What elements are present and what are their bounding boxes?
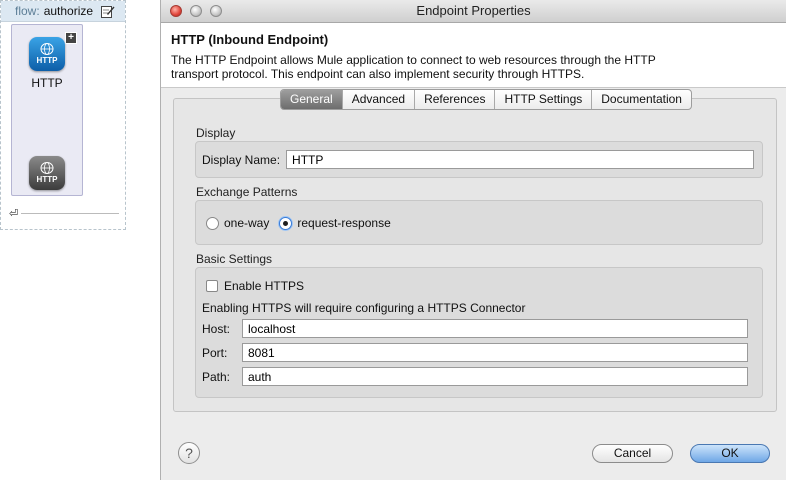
tab-advanced[interactable]: Advanced (343, 90, 416, 109)
basic-settings-section-label: Basic Settings (196, 252, 273, 266)
display-name-row: Display Name: (202, 150, 755, 169)
tab-http-settings[interactable]: HTTP Settings (495, 90, 593, 109)
flow-name: authorize (43, 4, 94, 18)
https-note: Enabling HTTPS will require configuring … (202, 301, 525, 315)
window-titlebar[interactable]: Endpoint Properties (161, 0, 786, 23)
description-text: The HTTP Endpoint allows Mule applicatio… (171, 53, 656, 81)
tab-documentation[interactable]: Documentation (592, 90, 691, 109)
one-way-radio[interactable] (206, 216, 219, 230)
http-response-icon-text: HTTP (36, 175, 58, 184)
http-response-icon[interactable]: HTTP (29, 156, 65, 190)
help-button[interactable]: ? (178, 442, 200, 464)
zoom-window-button[interactable] (210, 5, 222, 17)
description-title: HTTP (Inbound Endpoint) (171, 32, 329, 47)
http-inbound-icon-text: HTTP (36, 56, 58, 65)
ok-button[interactable]: OK (690, 444, 770, 463)
port-input[interactable] (242, 343, 748, 362)
flow-canvas: flow: authorize + HTTP HTTP HTTP ⏎ (0, 0, 126, 230)
flow-header[interactable]: flow: authorize (1, 1, 125, 22)
cancel-button[interactable]: Cancel (592, 444, 673, 463)
display-name-label: Display Name: (202, 152, 281, 167)
host-row: Host: (202, 319, 748, 338)
tab-general[interactable]: General (281, 90, 343, 109)
flow-prefix: flow: (15, 4, 40, 18)
endpoint-properties-dialog: Endpoint Properties HTTP (Inbound Endpoi… (160, 0, 786, 480)
tab-references[interactable]: References (415, 90, 496, 109)
port-label: Port: (202, 345, 228, 360)
edit-icon[interactable] (101, 5, 115, 18)
globe-icon (40, 43, 54, 55)
display-name-input[interactable] (286, 150, 755, 169)
port-row: Port: (202, 343, 748, 362)
properties-panel: General Advanced References HTTP Setting… (173, 89, 777, 412)
path-input[interactable] (242, 367, 748, 386)
enable-https-label[interactable]: Enable HTTPS (224, 279, 304, 293)
window-title: Endpoint Properties (416, 3, 531, 18)
tab-bar: General Advanced References HTTP Setting… (280, 89, 692, 110)
host-label: Host: (202, 321, 231, 336)
http-endpoint-label: HTTP (31, 76, 63, 90)
exchange-section-label: Exchange Patterns (196, 185, 298, 199)
exchange-options: one-way request-response (206, 216, 391, 230)
enable-https-checkbox[interactable] (206, 280, 218, 292)
globe-icon (40, 162, 54, 174)
https-note-text: Enabling HTTPS will require configuring … (202, 301, 526, 315)
one-way-label[interactable]: one-way (224, 216, 269, 230)
http-inbound-icon[interactable]: HTTP (29, 37, 65, 71)
path-row: Path: (202, 367, 748, 386)
request-response-label[interactable]: request-response (297, 216, 390, 230)
enable-https-row: Enable HTTPS (206, 279, 304, 293)
request-response-radio[interactable] (279, 216, 293, 230)
host-input[interactable] (242, 319, 748, 338)
display-section-label: Display (196, 126, 236, 140)
path-label: Path: (202, 369, 231, 384)
close-window-button[interactable] (170, 5, 182, 17)
description-panel: HTTP (Inbound Endpoint) The HTTP Endpoin… (161, 23, 786, 88)
minimize-window-button[interactable] (190, 5, 202, 17)
flow-collapse-icon[interactable]: ⏎ (9, 207, 18, 220)
flow-divider (21, 213, 119, 214)
expand-plus-icon[interactable]: + (65, 32, 77, 44)
